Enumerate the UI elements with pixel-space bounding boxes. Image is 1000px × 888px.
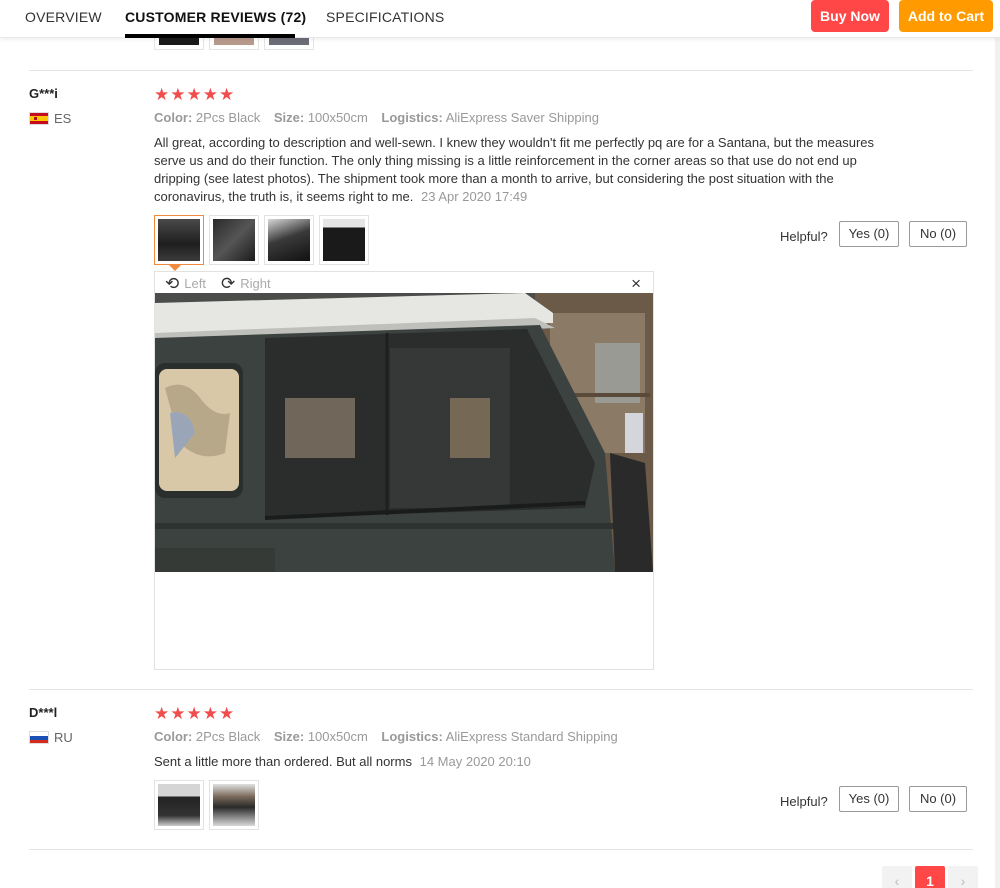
star-rating: ★★★★★ [154, 85, 236, 104]
buy-now-button[interactable]: Buy Now [811, 0, 889, 32]
review-photo-large [155, 293, 653, 572]
rotate-left-icon: ⟲ [165, 274, 180, 293]
review-sku-info: Color: 2Pcs Black Size: 100x50cm Logisti… [154, 110, 609, 125]
review-photo-thumb[interactable] [264, 215, 314, 265]
close-viewer-icon[interactable]: × [631, 274, 641, 294]
tab-specifications[interactable]: SPECIFICATIONS [326, 9, 444, 25]
reviewer-name: D***l [29, 705, 58, 720]
spain-flag-icon [29, 112, 49, 125]
review-text: Sent a little more than ordered. But all… [154, 754, 412, 769]
review-photo-thumb[interactable] [154, 215, 204, 265]
russia-flag-icon [29, 731, 49, 744]
review-photo-thumb[interactable] [209, 215, 259, 265]
size-value: 100x50cm [307, 729, 368, 744]
rotate-left-button[interactable]: ⟲ Left [165, 275, 206, 292]
active-tab-indicator [125, 34, 295, 38]
review-sku-info: Color: 2Pcs Black Size: 100x50cm Logisti… [154, 729, 628, 744]
color-label: Color: [154, 110, 193, 125]
tab-customer-reviews[interactable]: CUSTOMER REVIEWS (72) [125, 9, 306, 25]
logistics-value: AliExpress Standard Shipping [445, 729, 618, 744]
rotate-right-button[interactable]: ⟳ Right [221, 275, 271, 292]
page-1-button[interactable]: 1 [915, 866, 945, 888]
review-date: 23 Apr 2020 17:49 [421, 189, 528, 204]
size-label: Size: [273, 110, 305, 125]
reviewer-name: G***i [29, 86, 58, 101]
color-value: 2Pcs Black [195, 110, 261, 125]
helpful-label: Helpful? [780, 794, 828, 809]
product-tab-bar: OVERVIEW CUSTOMER REVIEWS (72) SPECIFICA… [0, 0, 1000, 38]
tab-overview[interactable]: OVERVIEW [25, 9, 102, 25]
review-photo-thumb[interactable] [209, 780, 259, 830]
photo-viewer: ⟲ Left ⟳ Right × [154, 271, 654, 670]
size-value: 100x50cm [307, 110, 368, 125]
review-divider [29, 689, 973, 690]
review-body: All great, according to description and … [154, 134, 884, 206]
add-to-cart-button[interactable]: Add to Cart [899, 0, 993, 32]
color-value: 2Pcs Black [195, 729, 261, 744]
helpful-no-button[interactable]: No (0) [909, 221, 967, 247]
review-divider [29, 70, 973, 71]
rotate-right-icon: ⟳ [221, 274, 236, 293]
helpful-yes-button[interactable]: Yes (0) [839, 221, 899, 247]
review-body: Sent a little more than ordered. But all… [154, 753, 884, 771]
review-photo-thumb[interactable] [319, 215, 369, 265]
size-label: Size: [273, 729, 305, 744]
rotate-left-label: Left [184, 276, 206, 291]
logistics-value: AliExpress Saver Shipping [445, 110, 599, 125]
reviewer-country: RU [54, 730, 73, 745]
color-label: Color: [154, 729, 193, 744]
star-rating: ★★★★★ [154, 704, 236, 723]
review-divider [29, 849, 973, 850]
logistics-label: Logistics: [381, 110, 443, 125]
review-photo-thumb[interactable] [154, 780, 204, 830]
helpful-label: Helpful? [780, 229, 828, 244]
rotate-right-label: Right [240, 276, 271, 291]
review-date: 14 May 2020 20:10 [419, 754, 531, 769]
logistics-label: Logistics: [381, 729, 443, 744]
helpful-no-button[interactable]: No (0) [909, 786, 967, 812]
prev-page-button[interactable]: ‹ [882, 866, 912, 888]
next-page-button[interactable]: › [948, 866, 978, 888]
helpful-yes-button[interactable]: Yes (0) [839, 786, 899, 812]
page-scrollbar[interactable] [995, 38, 1000, 888]
reviewer-country: ES [54, 111, 72, 126]
